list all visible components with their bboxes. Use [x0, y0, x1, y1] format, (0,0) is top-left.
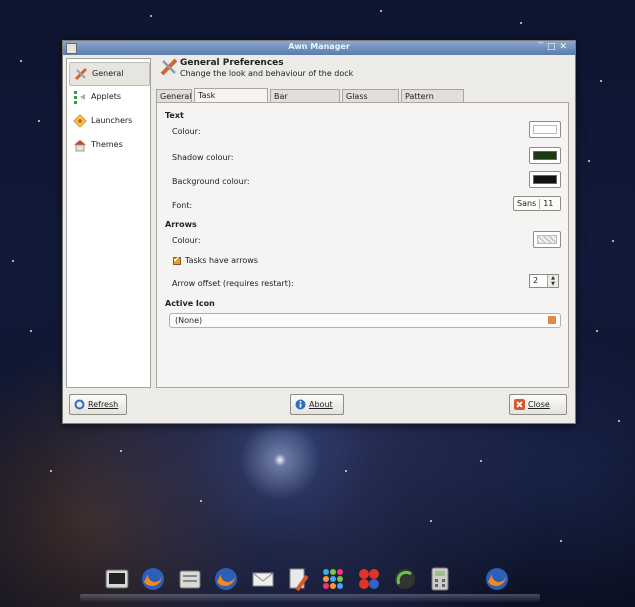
font-picker-button[interactable]: Sans 11: [513, 196, 561, 211]
tab-glass-engine[interactable]: Glass Engine: [342, 89, 399, 114]
arrow-colour-button[interactable]: [533, 231, 561, 248]
task-appearance-panel: Text Colour: Shadow colour: Background c…: [156, 102, 569, 388]
applets-icon: [74, 91, 85, 104]
firefox-icon[interactable]: [484, 566, 510, 592]
tab-task-appearance[interactable]: Task Appearance: [194, 88, 268, 113]
shadow-colour-label: Shadow colour:: [172, 153, 234, 162]
sidebar-item-label: Launchers: [91, 116, 133, 125]
window-title: Awn Manager: [288, 42, 350, 51]
active-icon-value: (None): [175, 316, 203, 325]
window-controls[interactable]: ‾□✕: [538, 42, 571, 52]
network-icon[interactable]: [392, 566, 418, 592]
refresh-label: Refresh: [88, 400, 119, 409]
background-colour-label: Background colour:: [172, 177, 250, 186]
maximize-icon[interactable]: □: [547, 42, 560, 52]
launchers-icon: [73, 114, 87, 128]
general-icon: [74, 67, 88, 81]
info-icon: [295, 399, 306, 410]
tab-pattern-engine[interactable]: Pattern Engine: [401, 89, 464, 114]
background-colour-button[interactable]: [529, 171, 561, 188]
star: [430, 520, 432, 522]
tab-general[interactable]: General: [156, 89, 192, 102]
sidebar-item-themes[interactable]: Themes: [69, 134, 148, 156]
window-titlebar[interactable]: Awn Manager ‾□✕: [63, 41, 575, 55]
colour-swatch: [533, 175, 557, 184]
about-label: About: [309, 400, 333, 409]
star: [200, 500, 202, 502]
arrow-offset-spinner[interactable]: 2 ▲ ▼: [529, 274, 559, 288]
text-colour-label: Colour:: [172, 127, 201, 136]
star: [120, 450, 122, 452]
sidebar: General Applets Launchers Themes: [66, 58, 151, 388]
minimize-icon[interactable]: ‾: [538, 42, 547, 52]
sidebar-item-general[interactable]: General: [69, 62, 150, 86]
section-heading-text: Text: [165, 111, 184, 120]
active-icon-selector[interactable]: (None): [169, 313, 561, 328]
about-button[interactable]: About: [290, 394, 344, 415]
font-name: Sans: [517, 199, 537, 208]
firefox-icon[interactable]: [213, 566, 239, 592]
shadow-colour-button[interactable]: [529, 147, 561, 164]
calculator-icon[interactable]: [427, 566, 453, 592]
font-separator: [539, 198, 541, 209]
spinner-value: 2: [533, 276, 539, 285]
awn-manager-window: Awn Manager ‾□✕ General Applets Launcher…: [62, 40, 576, 424]
star: [380, 10, 382, 12]
themes-icon: [74, 140, 86, 152]
refresh-button[interactable]: Refresh: [69, 394, 127, 415]
colour-swatch: [533, 151, 557, 160]
terminal-icon[interactable]: [104, 566, 130, 592]
page-subtitle: Change the look and behaviour of the doc…: [180, 69, 354, 78]
red-dots-icon[interactable]: [356, 566, 382, 592]
page-title: General Preferences: [180, 58, 284, 68]
sidebar-item-label: Applets: [91, 92, 122, 101]
star: [612, 240, 614, 242]
star: [50, 470, 52, 472]
paint-icon[interactable]: [285, 566, 311, 592]
colour-swatch: [533, 125, 557, 134]
arrow-offset-label: Arrow offset (requires restart):: [172, 279, 294, 288]
star: [20, 60, 22, 62]
star: [30, 330, 32, 332]
font-label: Font:: [172, 201, 193, 210]
star: [588, 160, 590, 162]
section-heading-active-icon: Active Icon: [165, 299, 215, 308]
star: [520, 22, 522, 24]
text-colour-button[interactable]: [529, 121, 561, 138]
star: [12, 260, 14, 262]
close-icon[interactable]: ✕: [559, 42, 571, 52]
tasks-have-arrows-checkbox[interactable]: [173, 255, 181, 265]
section-heading-arrows: Arrows: [165, 220, 197, 229]
star: [480, 460, 482, 462]
star: [345, 470, 347, 472]
sidebar-item-launchers[interactable]: Launchers: [69, 110, 148, 132]
close-button[interactable]: Close: [509, 394, 567, 415]
font-size: 11: [543, 199, 554, 208]
star: [150, 15, 152, 17]
star: [38, 120, 40, 122]
refresh-icon: [74, 399, 85, 410]
star: [618, 420, 620, 422]
spinner-arrows[interactable]: ▲ ▼: [547, 275, 558, 287]
star: [600, 80, 602, 82]
mail-icon[interactable]: [250, 566, 276, 592]
arrow-colour-label: Colour:: [172, 236, 201, 245]
image-file-icon: [548, 316, 556, 324]
close-icon: [514, 399, 525, 410]
tasks-have-arrows-label[interactable]: Tasks have arrows: [185, 256, 258, 265]
tab-bar-appearance[interactable]: Bar Appearance: [270, 89, 340, 114]
preferences-header-icon: [160, 58, 178, 76]
star: [560, 540, 562, 542]
colour-swatch: [537, 235, 557, 244]
sidebar-item-label: Themes: [91, 140, 123, 149]
dock: [100, 566, 520, 602]
sidebar-item-applets[interactable]: Applets: [69, 86, 148, 108]
star: [596, 330, 598, 332]
firefox-icon[interactable]: [140, 566, 166, 592]
close-label: Close: [528, 400, 550, 409]
file-manager-icon[interactable]: [177, 566, 203, 592]
colorful-grid-icon[interactable]: [320, 566, 346, 592]
sidebar-item-label: General: [92, 69, 124, 78]
